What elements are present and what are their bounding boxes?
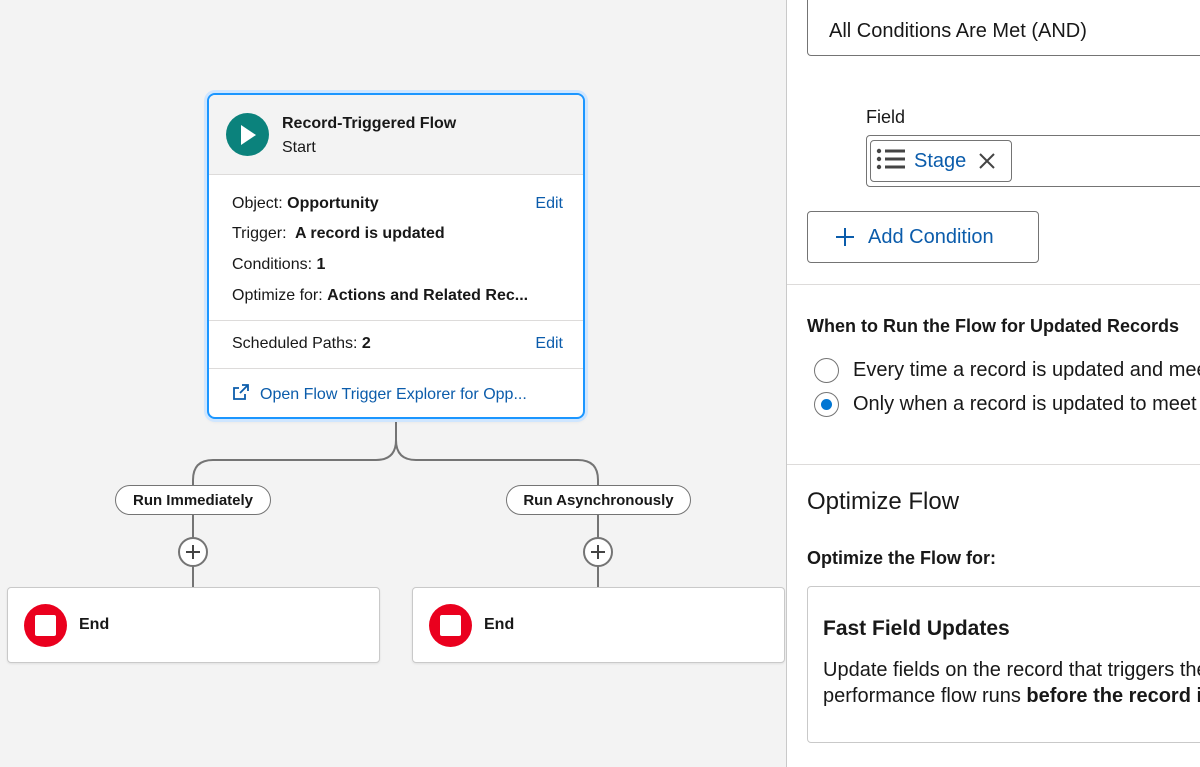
end-element-card[interactable]: End (412, 587, 785, 663)
add-element-button[interactable] (583, 537, 613, 567)
object-label: Object: (232, 195, 283, 212)
run-option-every-time[interactable]: Every time a record is updated and meets… (814, 358, 1200, 383)
add-condition-label: Add Condition (868, 225, 994, 248)
optimize-flow-subheading: Optimize the Flow for: (807, 548, 996, 568)
external-link-icon (232, 383, 250, 406)
object-value: Opportunity (287, 195, 379, 212)
scheduled-paths-value: 2 (361, 335, 371, 352)
run-option-label: Every time a record is updated and meets… (853, 359, 1200, 381)
properties-panel: All Conditions Are Met (AND) Field Stage… (786, 0, 1200, 767)
run-option-label: Only when a record is updated to meet th… (853, 393, 1200, 415)
start-element-card[interactable]: Record-Triggered Flow Start Object: Oppo… (207, 93, 585, 419)
edit-scheduled-paths-link[interactable]: Edit (535, 335, 563, 353)
picklist-icon (876, 148, 906, 175)
trigger-explorer-section: Open Flow Trigger Explorer for Opp... (209, 369, 583, 417)
optimize-label: Optimize for: (232, 287, 323, 304)
option-card-description: Update fields on the record that trigger… (823, 657, 1200, 709)
add-element-button[interactable] (178, 537, 208, 567)
start-element-header: Record-Triggered Flow Start (209, 95, 583, 175)
section-divider (787, 464, 1200, 465)
option-card-desc-line2: performance flow runs before the record … (823, 683, 1200, 709)
option-card-desc-prefix: performance flow runs (823, 685, 1027, 707)
start-element-subtitle: Start (282, 139, 316, 156)
field-pill: Stage (870, 140, 1012, 182)
radio-every-time[interactable] (814, 358, 839, 383)
scheduled-paths-section: Scheduled Paths: 2 Edit (209, 321, 583, 369)
option-card-desc-bold: before the record is saved to the databa… (1026, 685, 1200, 707)
plus-icon (836, 228, 854, 246)
scheduled-paths-label: Scheduled Paths: (232, 335, 358, 352)
plus-icon (186, 545, 200, 559)
end-label: End (484, 616, 515, 633)
conditions-value: 1 (316, 256, 326, 273)
run-option-only-when[interactable]: Only when a record is updated to meet th… (814, 392, 1200, 417)
scheduled-paths-row: Scheduled Paths: 2 (232, 335, 371, 353)
close-icon[interactable] (978, 152, 996, 170)
trigger-value: A record is updated (294, 225, 445, 242)
stop-icon (429, 604, 472, 647)
field-input[interactable]: Stage (866, 135, 1200, 187)
optimize-row: Optimize for: Actions and Related Rec... (232, 287, 528, 305)
path-label-run-asynchronously[interactable]: Run Asynchronously (506, 485, 691, 515)
trigger-row: Trigger: A record is updated (232, 225, 445, 243)
field-pill-label: Stage (914, 149, 967, 172)
add-condition-button[interactable]: Add Condition (807, 211, 1039, 263)
conditions-row: Conditions: 1 (232, 256, 325, 274)
start-element-title: Record-Triggered Flow (282, 115, 457, 132)
optimize-value: Actions and Related Rec... (327, 287, 529, 304)
plus-icon (591, 545, 605, 559)
run-flow-heading: When to Run the Flow for Updated Records (807, 316, 1179, 336)
option-card-title: Fast Field Updates (823, 617, 1010, 640)
field-label: Field (866, 107, 906, 127)
stop-icon (24, 604, 67, 647)
edit-object-link[interactable]: Edit (535, 195, 563, 213)
conditions-label: Conditions: (232, 256, 313, 273)
start-details-section: Object: Opportunity Edit Trigger: A reco… (209, 175, 583, 321)
play-icon (226, 113, 269, 156)
section-divider (787, 284, 1200, 285)
end-label: End (79, 616, 110, 633)
open-trigger-explorer-label: Open Flow Trigger Explorer for Opp... (260, 385, 527, 403)
condition-logic-select[interactable]: All Conditions Are Met (AND) (807, 0, 1200, 56)
fast-field-updates-option[interactable]: Fast Field Updates Update fields on the … (807, 586, 1200, 743)
radio-only-when[interactable] (814, 392, 839, 417)
optimize-flow-heading: Optimize Flow (807, 488, 960, 515)
end-element-card[interactable]: End (7, 587, 380, 663)
open-trigger-explorer-link[interactable]: Open Flow Trigger Explorer for Opp... (232, 383, 527, 406)
option-card-desc-line1: Update fields on the record that trigger… (823, 659, 1200, 681)
object-row: Object: Opportunity (232, 195, 379, 213)
path-label-run-immediately[interactable]: Run Immediately (115, 485, 271, 515)
trigger-label: Trigger: (232, 225, 287, 242)
flow-canvas: Record-Triggered Flow Start Object: Oppo… (0, 0, 786, 767)
